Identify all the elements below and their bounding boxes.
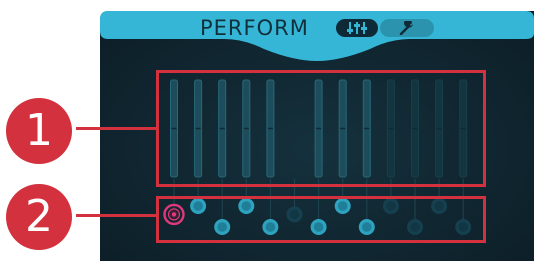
callout-box-faders [156, 70, 486, 187]
callout-number-2: 2 [6, 184, 72, 250]
callout-leader-2 [76, 214, 158, 217]
callout-leader-1 [76, 127, 158, 130]
callout-box-knobs [156, 196, 486, 243]
callout-number-1: 1 [6, 98, 72, 164]
